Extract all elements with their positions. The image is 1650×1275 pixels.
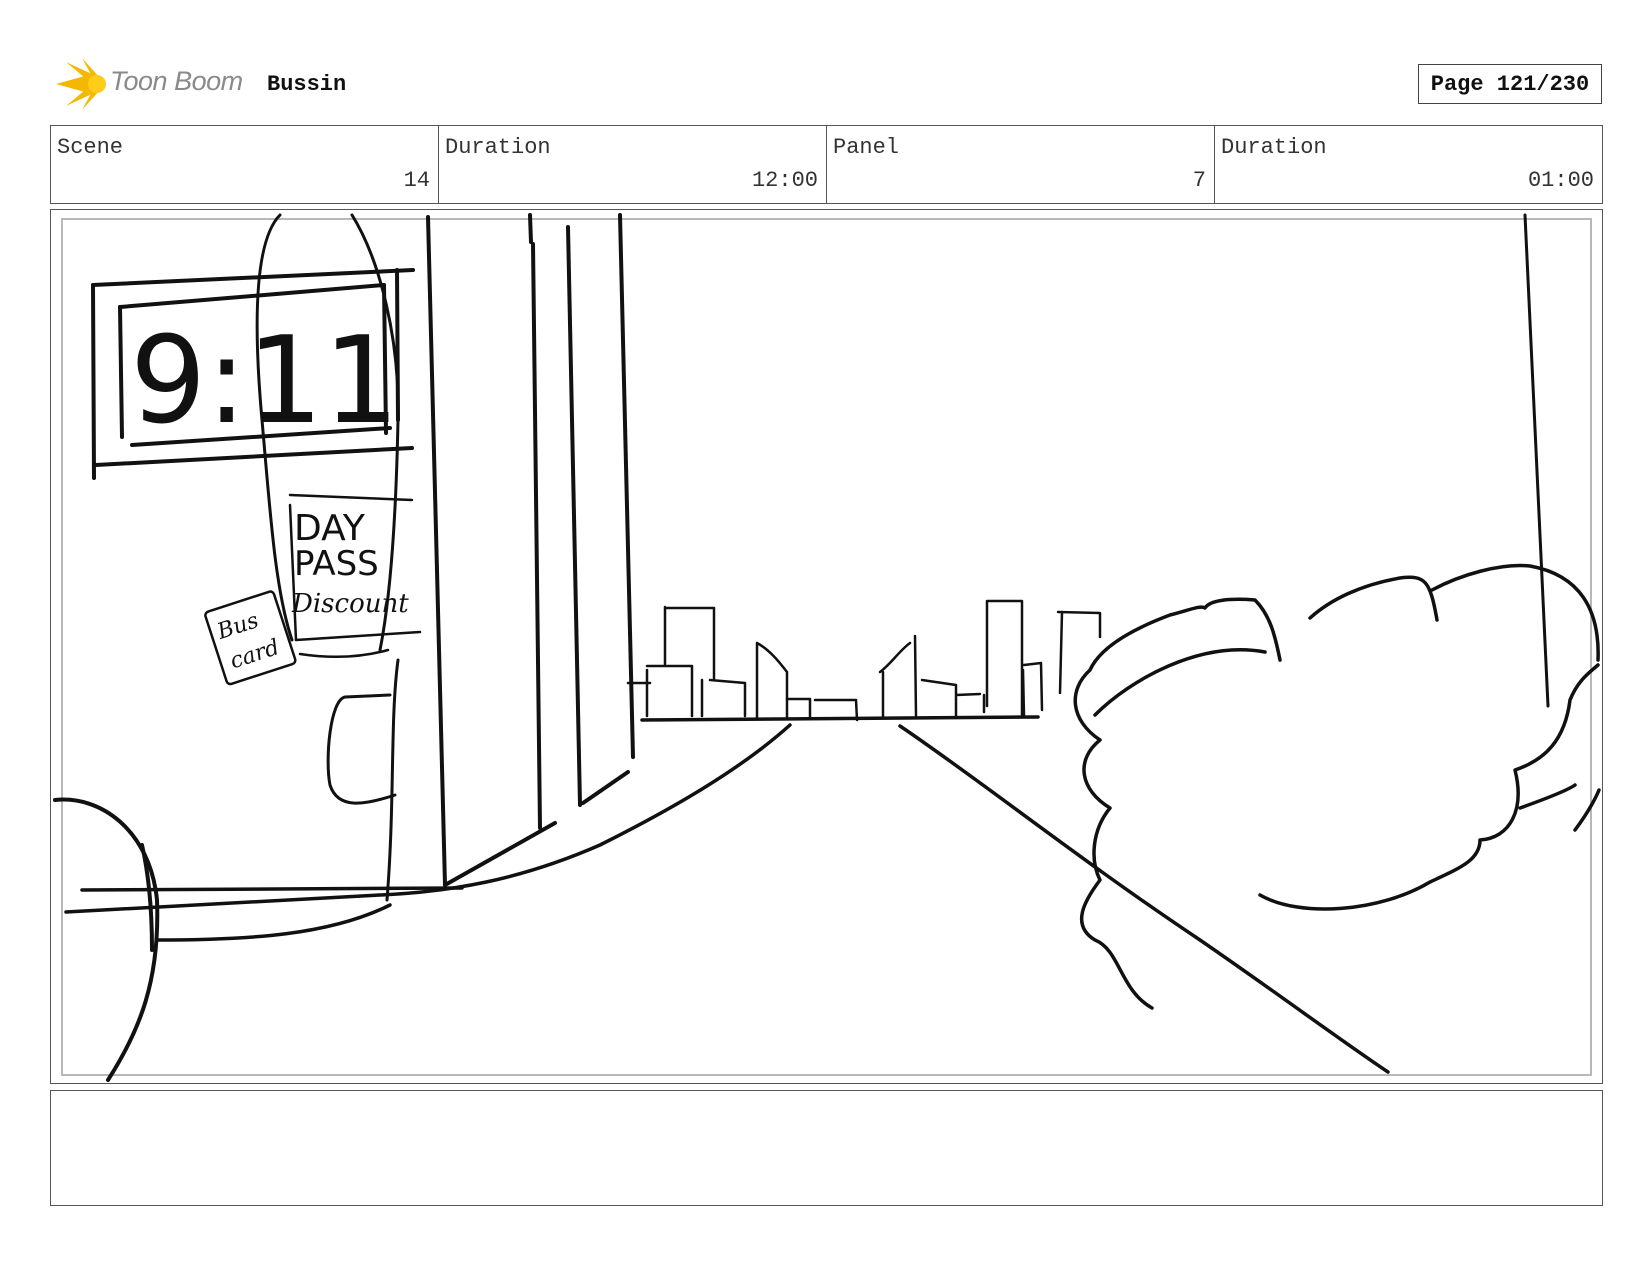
card-line-card: card [227, 635, 282, 674]
right-pole [1523, 213, 1550, 708]
card-line-bus: Bus [213, 608, 261, 645]
city-skyline [626, 599, 1102, 722]
foreground-wheel [53, 797, 160, 1082]
sign-line-pass: PASS [294, 544, 379, 584]
shelter-columns [426, 213, 635, 887]
storyboard-sketch: 9:11 DAY PASS Discount Bus card [53, 213, 1601, 1082]
svg-text:Bus card: Bus card [213, 605, 282, 676]
notes-box [50, 1090, 1603, 1206]
bushes [1073, 563, 1601, 1010]
svg-text:Discount: Discount [291, 589, 409, 619]
road [640, 715, 1390, 1074]
sign-line-discount: Discount [291, 589, 409, 619]
svg-text:DAY: DAY [294, 508, 366, 549]
svg-text:PASS: PASS [294, 544, 379, 584]
street-curb [64, 723, 792, 942]
sign-line-day: DAY [294, 508, 366, 549]
clock-display: 9:11 [130, 312, 399, 451]
